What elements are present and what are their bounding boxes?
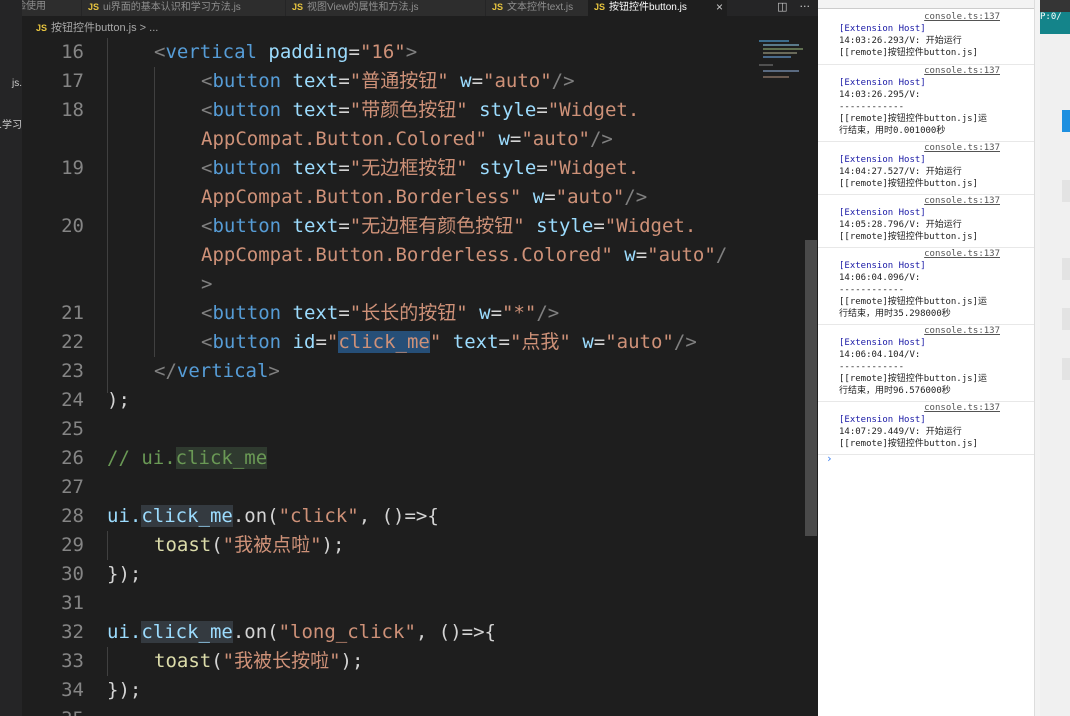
sidebar-item[interactable]: 学习... xyxy=(0,116,22,132)
console-source-link[interactable]: console.ts:137 xyxy=(924,249,1000,261)
line-number: 35 xyxy=(24,705,84,716)
phone-status-bar: P:0/ xyxy=(1040,12,1070,34)
console-source-link[interactable]: console.ts:137 xyxy=(924,403,1000,415)
console-toolbar xyxy=(818,0,1034,9)
tab-label: 视图View的属性和方法.js xyxy=(307,2,419,13)
code-line: toast("我被长按啦"); xyxy=(154,650,364,672)
console-source-link[interactable]: console.ts:137 xyxy=(924,66,1000,78)
console-source-link[interactable]: console.ts:137 xyxy=(924,326,1000,338)
js-file-icon: JS xyxy=(88,2,100,12)
close-icon[interactable]: × xyxy=(716,0,723,14)
js-file-icon: JS xyxy=(594,2,606,12)
minimap[interactable] xyxy=(755,38,803,98)
line-number: 16 xyxy=(61,41,84,63)
indent-guide xyxy=(107,647,108,676)
line-number: 21 xyxy=(61,302,84,324)
code-line: toast("我被点啦"); xyxy=(154,534,345,556)
code-line: AppCompat.Button.Borderless.Colored" w="… xyxy=(201,244,728,266)
code-line: <button text="无边框有颜色按钮" style="Widget. xyxy=(201,215,697,237)
line-number: 20 xyxy=(61,215,84,237)
js-file-icon: JS xyxy=(36,23,48,33)
console-log-entry: console.ts:137 [Extension Host] 14:03:26… xyxy=(818,12,1034,65)
line-number: 19 xyxy=(61,157,84,179)
tab-active-file[interactable]: JS 按钮控件button.js × xyxy=(588,0,728,16)
breadcrumb-file[interactable]: 按钮控件button.js xyxy=(51,22,137,34)
line-number: 30 xyxy=(61,563,84,585)
phone-button[interactable] xyxy=(1062,110,1070,132)
console-log-entry: console.ts:137 [Extension Host] 14:03:26… xyxy=(818,65,1034,142)
line-number: 32 xyxy=(61,621,84,643)
console-log-entry: console.ts:137 [Extension Host] 14:06:04… xyxy=(818,325,1034,402)
line-number: 34 xyxy=(61,679,84,701)
tab-file[interactable]: JS 视图View的属性和方法.js xyxy=(286,0,486,16)
code-line: <vertical padding="16"> xyxy=(154,41,418,63)
console-source-link[interactable]: console.ts:137 xyxy=(924,143,1000,155)
tab-file[interactable]: JS 文本控件text.js xyxy=(486,0,596,16)
console-source-link[interactable]: console.ts:137 xyxy=(924,12,1000,24)
code-line: <button text="长长的按钮" w="*"/> xyxy=(201,302,560,324)
console-log-entry: console.ts:137 [Extension Host] 14:04:27… xyxy=(818,142,1034,195)
code-line: <button text="带颜色按钮" style="Widget. xyxy=(201,99,640,121)
line-number: 18 xyxy=(61,99,84,121)
line-number: 23 xyxy=(61,360,84,382)
editor-scrollbar[interactable] xyxy=(805,240,817,536)
indent-guide xyxy=(154,67,155,357)
line-number: 26 xyxy=(61,447,84,469)
line-number: 25 xyxy=(61,418,84,440)
code-line: ui.click_me.on("long_click", ()=>{ xyxy=(107,621,496,643)
devtools-console: console.ts:137 [Extension Host] 14:03:26… xyxy=(818,0,1034,716)
selected-text[interactable]: click_me xyxy=(338,331,430,353)
indent-guide xyxy=(107,38,108,393)
phone-button[interactable] xyxy=(1062,258,1070,280)
editor-actions: ◫ ··· xyxy=(765,0,810,16)
more-actions-icon[interactable]: ··· xyxy=(800,0,811,13)
tab-label: 文本控件text.js xyxy=(507,2,574,13)
console-log-entry: console.ts:137 [Extension Host] 14:05:28… xyxy=(818,195,1034,248)
phone-button[interactable] xyxy=(1062,308,1070,330)
phone-button[interactable] xyxy=(1062,358,1070,380)
code-line: }); xyxy=(107,563,142,585)
breadcrumb-separator: > ... xyxy=(139,22,159,34)
js-file-icon: JS xyxy=(492,2,504,12)
code-line: AppCompat.Button.Colored" w="auto"/> xyxy=(201,128,613,150)
code-line: }); xyxy=(107,679,142,701)
console-prompt[interactable]: › xyxy=(826,452,833,465)
explorer-sidebar: .js 学习... xyxy=(0,0,22,716)
phone-status-text: P:0/ xyxy=(1040,12,1062,22)
line-number: 29 xyxy=(61,534,84,556)
sidebar-item[interactable]: .js xyxy=(0,78,22,94)
line-number: 24 xyxy=(61,389,84,411)
tab-label: 按钮控件button.js xyxy=(609,2,687,13)
code-line: <button id="click_me" text="点我" w="auto"… xyxy=(201,331,697,353)
line-number: 22 xyxy=(61,331,84,353)
line-number: 17 xyxy=(61,70,84,92)
console-log-entry: console.ts:137 [Extension Host] 14:06:04… xyxy=(818,248,1034,325)
line-number: 28 xyxy=(61,505,84,527)
line-number: 27 xyxy=(61,476,84,498)
tab-label: 验使用 xyxy=(22,1,46,12)
phone-button[interactable] xyxy=(1062,180,1070,202)
breadcrumb: JS 按钮控件button.js > ... xyxy=(22,18,818,38)
tab-file[interactable]: JS ui界面的基本认识和学习方法.js xyxy=(82,0,286,16)
tab-bar: 验使用 JSui界面的基本认识和学习方法.js JS视图View的属性和方法.j… xyxy=(22,0,818,16)
tab-file[interactable]: 验使用 xyxy=(22,0,82,16)
code-line: <button text="普通按钮" w="auto"/> xyxy=(201,70,575,92)
code-editor[interactable]: .js 学习... 验使用 JSui界面的基本认识和学习方法.js JS视图Vi… xyxy=(0,0,818,716)
code-line: <button text="无边框按钮" style="Widget. xyxy=(201,157,640,179)
code-line: // ui.click_me xyxy=(107,447,268,469)
code-line: > xyxy=(201,273,213,295)
tab-label: ui界面的基本认识和学习方法.js xyxy=(103,2,241,13)
line-number: 31 xyxy=(61,592,84,614)
js-file-icon: JS xyxy=(292,2,304,12)
code-line: </vertical> xyxy=(154,360,280,382)
console-log-entry: console.ts:137 [Extension Host] 14:07:29… xyxy=(818,402,1034,455)
code-line: ); xyxy=(107,389,130,411)
line-number: 33 xyxy=(61,650,84,672)
code-line: ui.click_me.on("click", ()=>{ xyxy=(107,505,439,527)
code-line: AppCompat.Button.Borderless" w="auto"/> xyxy=(201,186,648,208)
console-source-link[interactable]: console.ts:137 xyxy=(924,196,1000,208)
indent-guide xyxy=(107,531,108,560)
split-editor-icon[interactable]: ◫ xyxy=(777,0,787,13)
